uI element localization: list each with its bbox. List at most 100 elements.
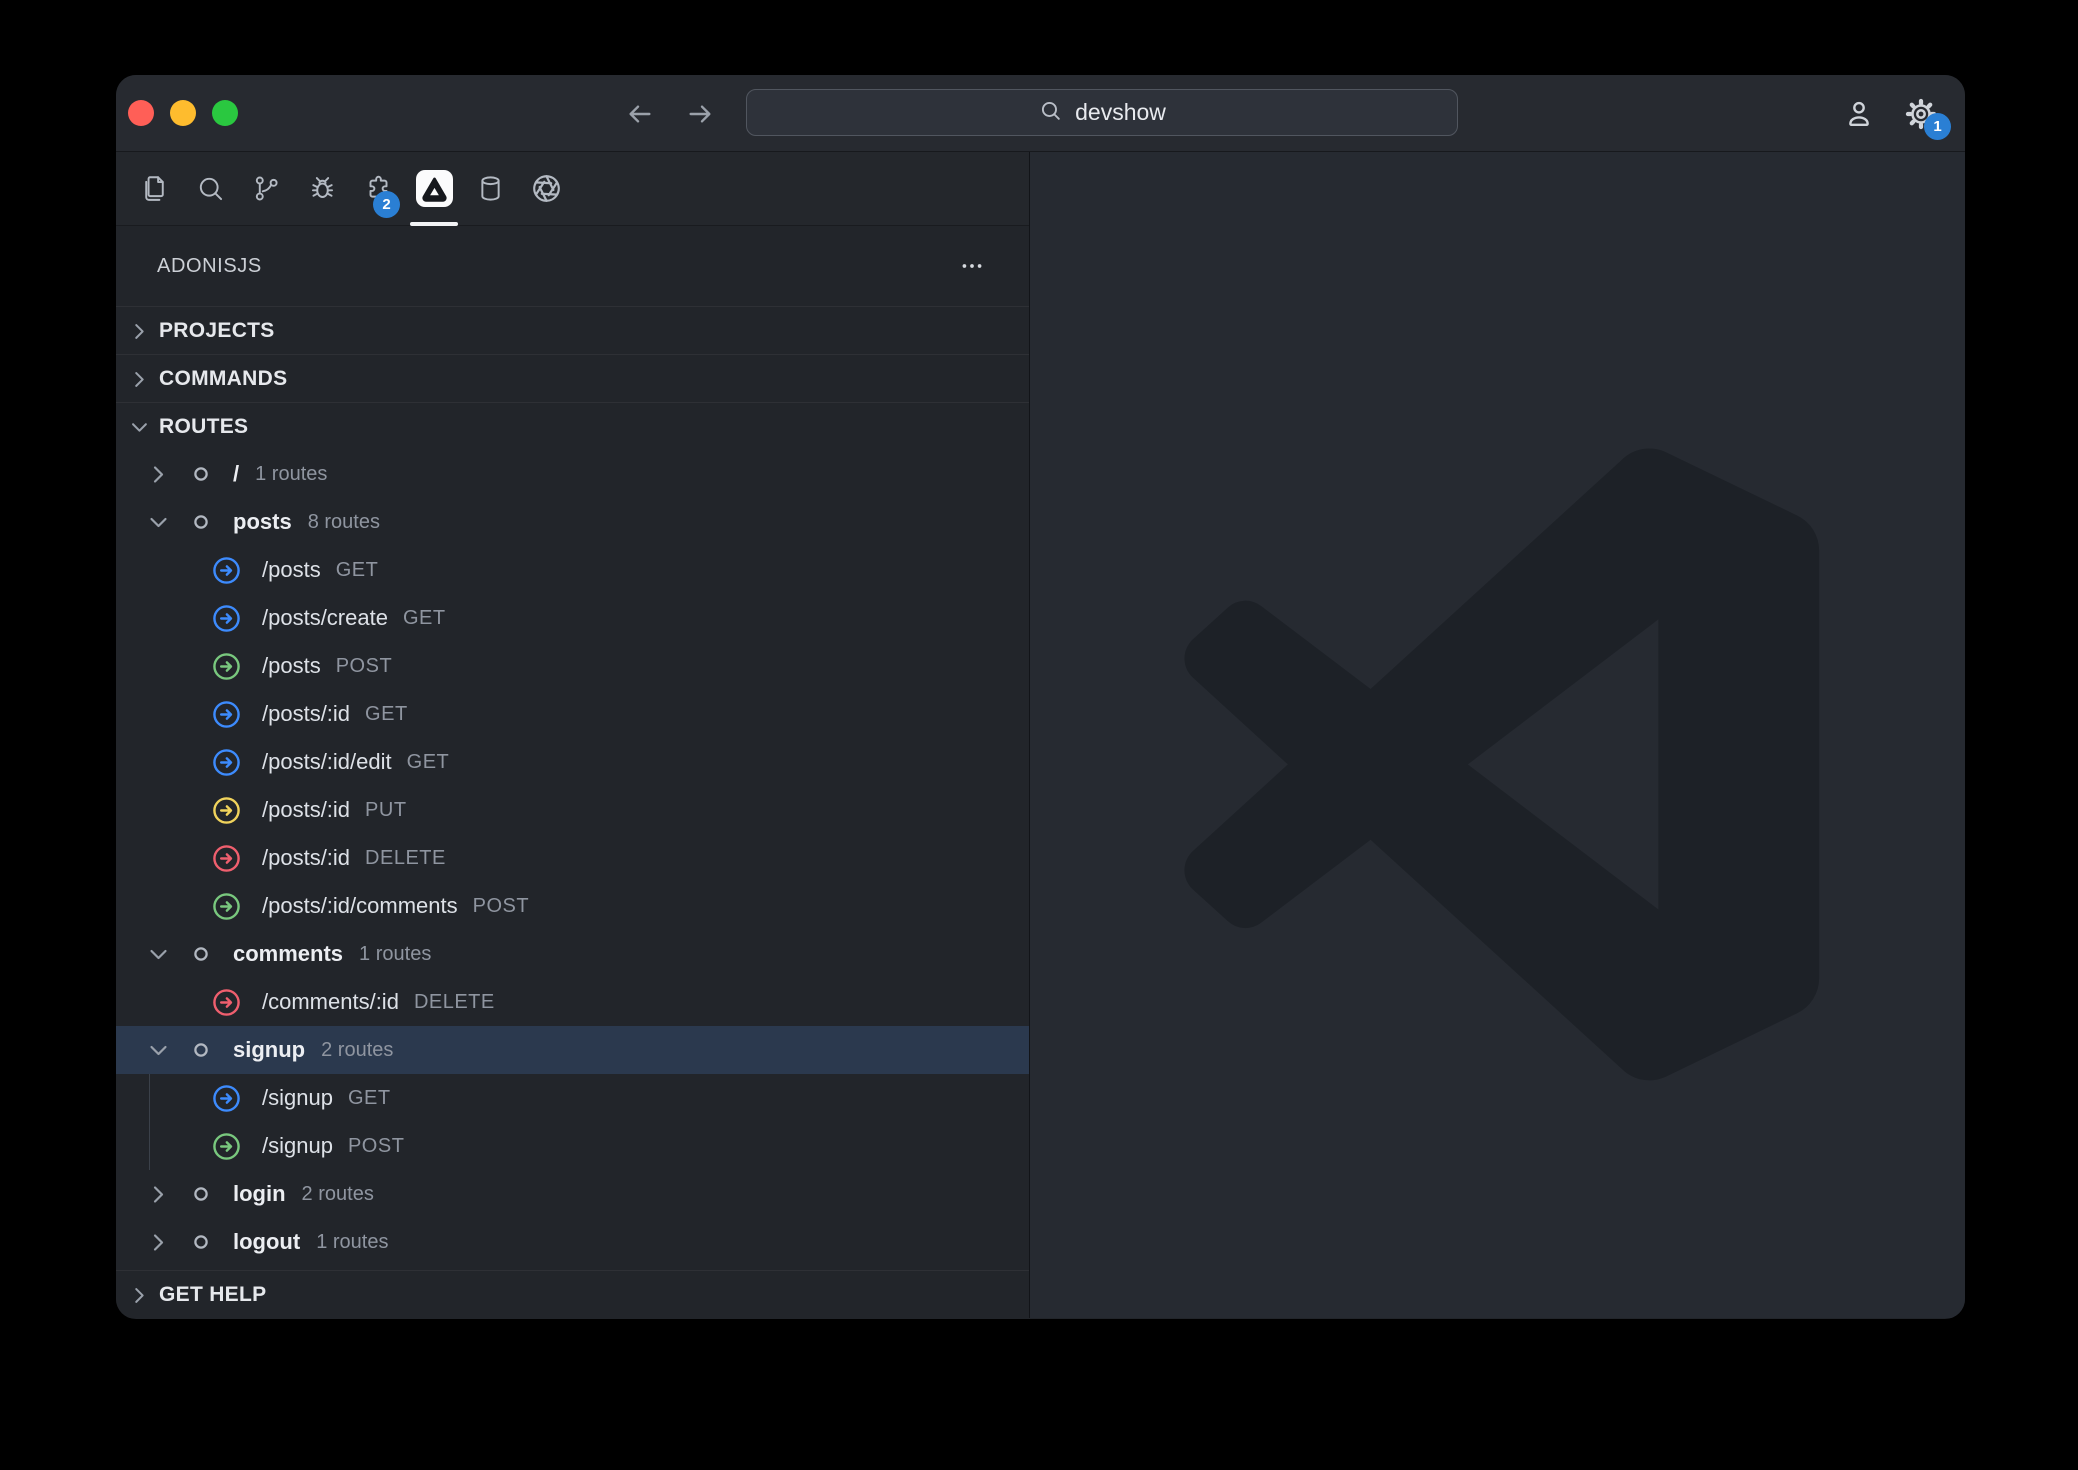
get-route-icon	[212, 748, 241, 777]
section-get-help[interactable]: GET HELP	[116, 1270, 1029, 1318]
activity-source-control-button[interactable]	[238, 152, 294, 226]
route-item[interactable]: /posts GET	[116, 546, 1029, 594]
account-button[interactable]	[1839, 94, 1879, 134]
group-name: signup	[233, 1037, 305, 1063]
more-actions-icon[interactable]	[959, 253, 985, 279]
get-route-icon	[212, 1084, 241, 1113]
route-method: GET	[403, 607, 446, 630]
vscode-window: devshow 1	[116, 75, 1965, 1319]
route-item[interactable]: /comments/:id DELETE	[116, 978, 1029, 1026]
post-route-icon	[212, 652, 241, 681]
group-count: 8 routes	[308, 511, 380, 534]
get-route-icon	[212, 700, 241, 729]
delete-route-icon	[212, 844, 241, 873]
section-label: COMMANDS	[159, 367, 287, 391]
route-group-logout[interactable]: logout 1 routes	[116, 1218, 1029, 1266]
route-path: /posts/:id	[262, 701, 350, 727]
route-group-icon	[192, 1041, 210, 1059]
route-group-icon	[192, 1233, 210, 1251]
traffic-lights	[128, 100, 238, 126]
section-routes[interactable]: ROUTES	[116, 402, 1029, 450]
group-name: logout	[233, 1229, 300, 1255]
route-group-login[interactable]: login 2 routes	[116, 1170, 1029, 1218]
activity-debug-button[interactable]	[294, 152, 350, 226]
chevron-right-icon	[128, 1284, 150, 1306]
route-method: POST	[336, 655, 392, 678]
search-icon	[195, 173, 226, 204]
section-commands[interactable]: COMMANDS	[116, 354, 1029, 402]
section-label: ROUTES	[159, 415, 248, 439]
settings-button[interactable]: 1	[1901, 94, 1941, 134]
group-count: 1 routes	[316, 1231, 388, 1254]
extensions-badge: 2	[373, 191, 400, 218]
get-route-icon	[212, 604, 241, 633]
route-group-posts[interactable]: posts 8 routes	[116, 498, 1029, 546]
group-name: comments	[233, 941, 343, 967]
activity-search-button[interactable]	[182, 152, 238, 226]
adonisjs-icon	[416, 170, 453, 207]
route-item[interactable]: /signup POST	[116, 1122, 1029, 1170]
sidebar-header: ADONISJS	[116, 226, 1029, 306]
chevron-down-icon	[146, 1038, 170, 1062]
chevron-right-icon	[128, 368, 150, 390]
route-item[interactable]: /posts/:id PUT	[116, 786, 1029, 834]
route-path: /posts/:id/edit	[262, 749, 392, 775]
route-method: DELETE	[414, 991, 495, 1014]
route-group-icon	[192, 1185, 210, 1203]
route-group-icon	[192, 945, 210, 963]
activity-database-button[interactable]	[462, 152, 518, 226]
activity-extensions-button[interactable]: 2	[350, 152, 406, 226]
route-item[interactable]: /posts POST	[116, 642, 1029, 690]
group-count: 1 routes	[359, 943, 431, 966]
route-path: /signup	[262, 1133, 333, 1159]
chevron-right-icon	[146, 1182, 170, 1206]
delete-route-icon	[212, 988, 241, 1017]
route-path: /comments/:id	[262, 989, 399, 1015]
group-count: 1 routes	[255, 463, 327, 486]
editor-area	[1030, 152, 1965, 1318]
route-group-comments[interactable]: comments 1 routes	[116, 930, 1029, 978]
route-item[interactable]: /posts/:id GET	[116, 690, 1029, 738]
account-icon	[1842, 97, 1876, 131]
titlebar: devshow 1	[116, 75, 1965, 152]
route-group-root[interactable]: / 1 routes	[116, 450, 1029, 498]
database-icon	[475, 173, 506, 204]
route-group-signup[interactable]: signup 2 routes	[116, 1026, 1029, 1074]
close-window-button[interactable]	[128, 100, 154, 126]
route-path: /posts/:id	[262, 845, 350, 871]
navigate-back-icon[interactable]	[624, 98, 656, 130]
route-item[interactable]: /signup GET	[116, 1074, 1029, 1122]
route-method: GET	[348, 1087, 391, 1110]
sidebar: 2	[116, 152, 1030, 1318]
route-item[interactable]: /posts/create GET	[116, 594, 1029, 642]
activity-explorer-button[interactable]	[126, 152, 182, 226]
route-path: /posts/:id	[262, 797, 350, 823]
chevron-down-icon	[146, 510, 170, 534]
route-path: /posts/create	[262, 605, 388, 631]
active-tab-indicator	[410, 222, 458, 226]
minimize-window-button[interactable]	[170, 100, 196, 126]
settings-badge: 1	[1924, 113, 1951, 140]
maximize-window-button[interactable]	[212, 100, 238, 126]
group-count: 2 routes	[302, 1183, 374, 1206]
navigate-forward-icon[interactable]	[684, 98, 716, 130]
activity-openai-button[interactable]	[518, 152, 574, 226]
section-label: PROJECTS	[159, 319, 275, 343]
route-method: GET	[407, 751, 450, 774]
route-method: POST	[348, 1135, 404, 1158]
route-item[interactable]: /posts/:id DELETE	[116, 834, 1029, 882]
source-control-icon	[251, 173, 282, 204]
chevron-down-icon	[128, 416, 150, 438]
route-item[interactable]: /posts/:id/comments POST	[116, 882, 1029, 930]
route-method: PUT	[365, 799, 407, 822]
route-path: /posts	[262, 653, 321, 679]
openai-icon	[531, 173, 562, 204]
route-method: DELETE	[365, 847, 446, 870]
command-center-search[interactable]: devshow	[746, 89, 1458, 136]
route-item[interactable]: /posts/:id/edit GET	[116, 738, 1029, 786]
put-route-icon	[212, 796, 241, 825]
group-name: posts	[233, 509, 292, 535]
activity-adonisjs-button[interactable]	[406, 152, 462, 226]
bug-icon	[307, 173, 338, 204]
section-projects[interactable]: PROJECTS	[116, 306, 1029, 354]
